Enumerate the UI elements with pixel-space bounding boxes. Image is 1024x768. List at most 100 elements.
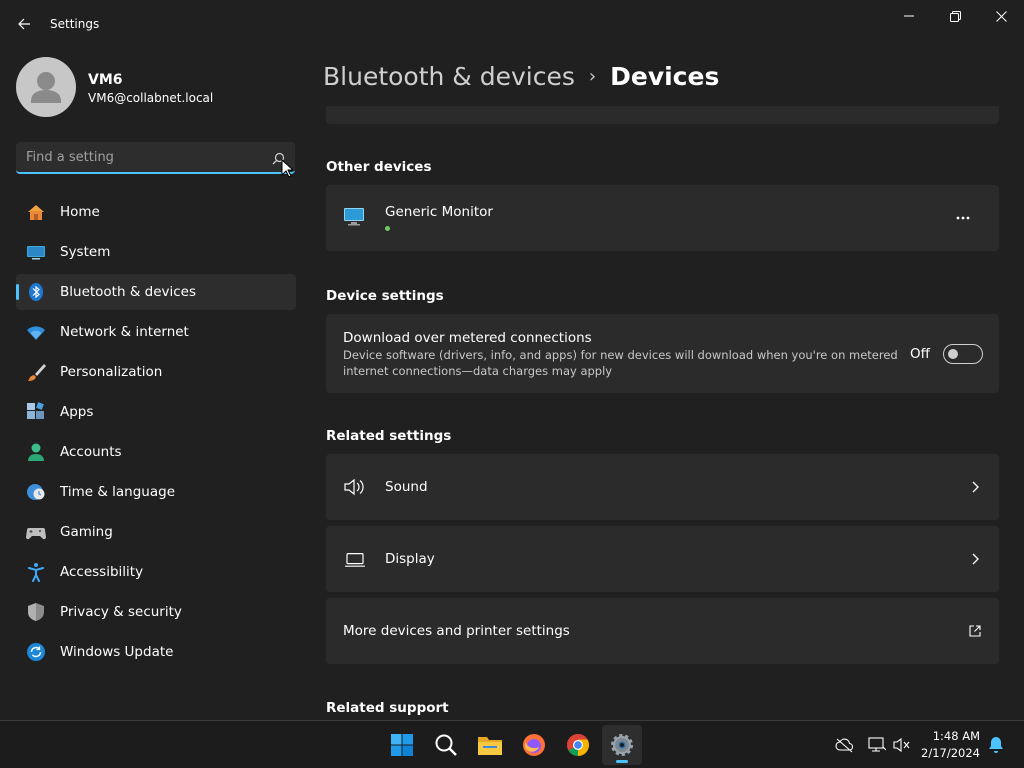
avatar[interactable] (16, 57, 76, 117)
firefox-icon (523, 734, 545, 756)
back-arrow-icon (18, 18, 30, 30)
sidebar-nav: Home System Bluetooth & devices Network … (16, 194, 296, 674)
start-button[interactable] (382, 725, 422, 765)
monitor-icon (343, 207, 365, 231)
related-display-link[interactable]: Display (326, 526, 999, 592)
device-more-options-button[interactable] (946, 203, 980, 233)
taskbar-clock-date[interactable]: 2/17/2024 (921, 746, 980, 760)
metered-description-line2: internet connections—data charges may ap… (343, 364, 613, 378)
taskbar-firefox[interactable] (514, 725, 554, 765)
metered-title: Download over metered connections (343, 330, 592, 346)
sidebar-item-windows-update[interactable]: Windows Update (16, 634, 296, 670)
chrome-icon (567, 734, 589, 756)
shield-icon (26, 602, 46, 622)
taskbar-chrome[interactable] (558, 725, 598, 765)
folder-icon (478, 737, 502, 755)
breadcrumb: Bluetooth & devices › Devices (323, 58, 719, 94)
back-button[interactable] (10, 10, 38, 38)
section-title-other-devices: Other devices (326, 159, 432, 175)
bluetooth-icon (26, 282, 46, 302)
toggle-knob (948, 349, 958, 359)
sidebar-item-personalization[interactable]: Personalization (16, 354, 296, 390)
gear-icon (611, 734, 633, 756)
network-icon[interactable] (867, 735, 887, 755)
app-title: Settings (50, 17, 100, 31)
sidebar-item-apps[interactable]: Apps (16, 394, 296, 430)
toggle-state-label: Off (910, 346, 930, 362)
section-title-related-support: Related support (326, 700, 449, 716)
restore-button[interactable] (932, 0, 978, 32)
taskbar-settings[interactable] (602, 725, 642, 765)
time-language-icon (26, 482, 46, 502)
page-title: Devices (610, 61, 720, 91)
restore-icon (949, 10, 961, 22)
gaming-icon (26, 522, 46, 542)
laptop-icon (344, 552, 366, 571)
sidebar-item-system[interactable]: System (16, 234, 296, 270)
system-icon (26, 242, 46, 262)
sidebar-item-label: Time & language (60, 484, 176, 500)
sidebar-item-label: Home (60, 204, 100, 220)
sidebar-item-label: Accessibility (60, 564, 144, 580)
accounts-icon (26, 442, 46, 462)
notification-bell-icon[interactable] (986, 735, 1006, 755)
minimize-button[interactable] (886, 0, 932, 32)
search-input[interactable] (26, 147, 256, 167)
section-title-related-settings: Related settings (326, 428, 452, 444)
sidebar-item-network[interactable]: Network & internet (16, 314, 296, 350)
mouse-cursor-icon (281, 159, 293, 178)
apps-icon (26, 402, 46, 422)
sidebar-item-label: Gaming (60, 524, 113, 540)
breadcrumb-parent-link[interactable]: Bluetooth & devices (323, 62, 575, 91)
windows-logo-icon (391, 734, 413, 756)
device-name: Generic Monitor (385, 204, 493, 220)
title-bar: Settings (0, 0, 1024, 48)
scrolled-card-bottom (326, 106, 999, 124)
taskbar-search-button[interactable] (426, 725, 466, 765)
minimize-icon (904, 15, 914, 17)
section-title-device-settings: Device settings (326, 288, 444, 304)
wifi-icon (26, 322, 46, 342)
sidebar-item-accounts[interactable]: Accounts (16, 434, 296, 470)
sidebar-item-bluetooth-devices[interactable]: Bluetooth & devices (16, 274, 296, 310)
more-options-icon (956, 216, 970, 220)
sidebar-item-home[interactable]: Home (16, 194, 296, 230)
sidebar-item-label: Apps (60, 404, 94, 420)
user-name: VM6 (88, 72, 123, 88)
sidebar-item-privacy-security[interactable]: Privacy & security (16, 594, 296, 630)
metered-toggle[interactable] (943, 344, 983, 364)
brush-icon (26, 362, 46, 382)
sidebar-item-label: Bluetooth & devices (60, 284, 197, 300)
user-avatar-icon (31, 72, 61, 103)
sidebar-item-gaming[interactable]: Gaming (16, 514, 296, 550)
user-email: VM6@collabnet.local (88, 91, 214, 105)
metered-description-line1: Device software (drivers, info, and apps… (343, 348, 898, 362)
sidebar-item-label: Accounts (60, 444, 122, 460)
onedrive-offline-icon[interactable] (835, 735, 855, 755)
display-label: Display (385, 551, 435, 567)
sidebar-item-label: Privacy & security (60, 604, 182, 620)
metered-connections-card: Download over metered connections Device… (326, 314, 999, 393)
sidebar-item-label: Windows Update (60, 644, 174, 660)
printers-label: More devices and printer settings (343, 623, 570, 639)
chevron-right-icon (972, 553, 979, 565)
search-box[interactable] (16, 142, 295, 174)
device-card-generic-monitor[interactable]: Generic Monitor (326, 185, 999, 251)
close-icon (995, 10, 1007, 22)
open-external-icon (969, 625, 981, 637)
sidebar-item-label: Personalization (60, 364, 163, 380)
sidebar-item-accessibility[interactable]: Accessibility (16, 554, 296, 590)
update-icon (26, 642, 46, 662)
sidebar-item-time-language[interactable]: Time & language (16, 474, 296, 510)
volume-muted-icon[interactable] (892, 735, 912, 755)
speaker-icon (344, 478, 366, 500)
related-printers-link[interactable]: More devices and printer settings (326, 598, 999, 664)
chevron-right-icon (972, 481, 979, 493)
sidebar-item-label: System (60, 244, 111, 260)
taskbar-clock-time[interactable]: 1:48 AM (933, 729, 980, 743)
taskbar: 1:48 AM 2/17/2024 (0, 720, 1024, 768)
close-button[interactable] (978, 0, 1024, 32)
taskbar-file-explorer[interactable] (470, 725, 510, 765)
related-sound-link[interactable]: Sound (326, 454, 999, 520)
sidebar-item-label: Network & internet (60, 324, 189, 340)
